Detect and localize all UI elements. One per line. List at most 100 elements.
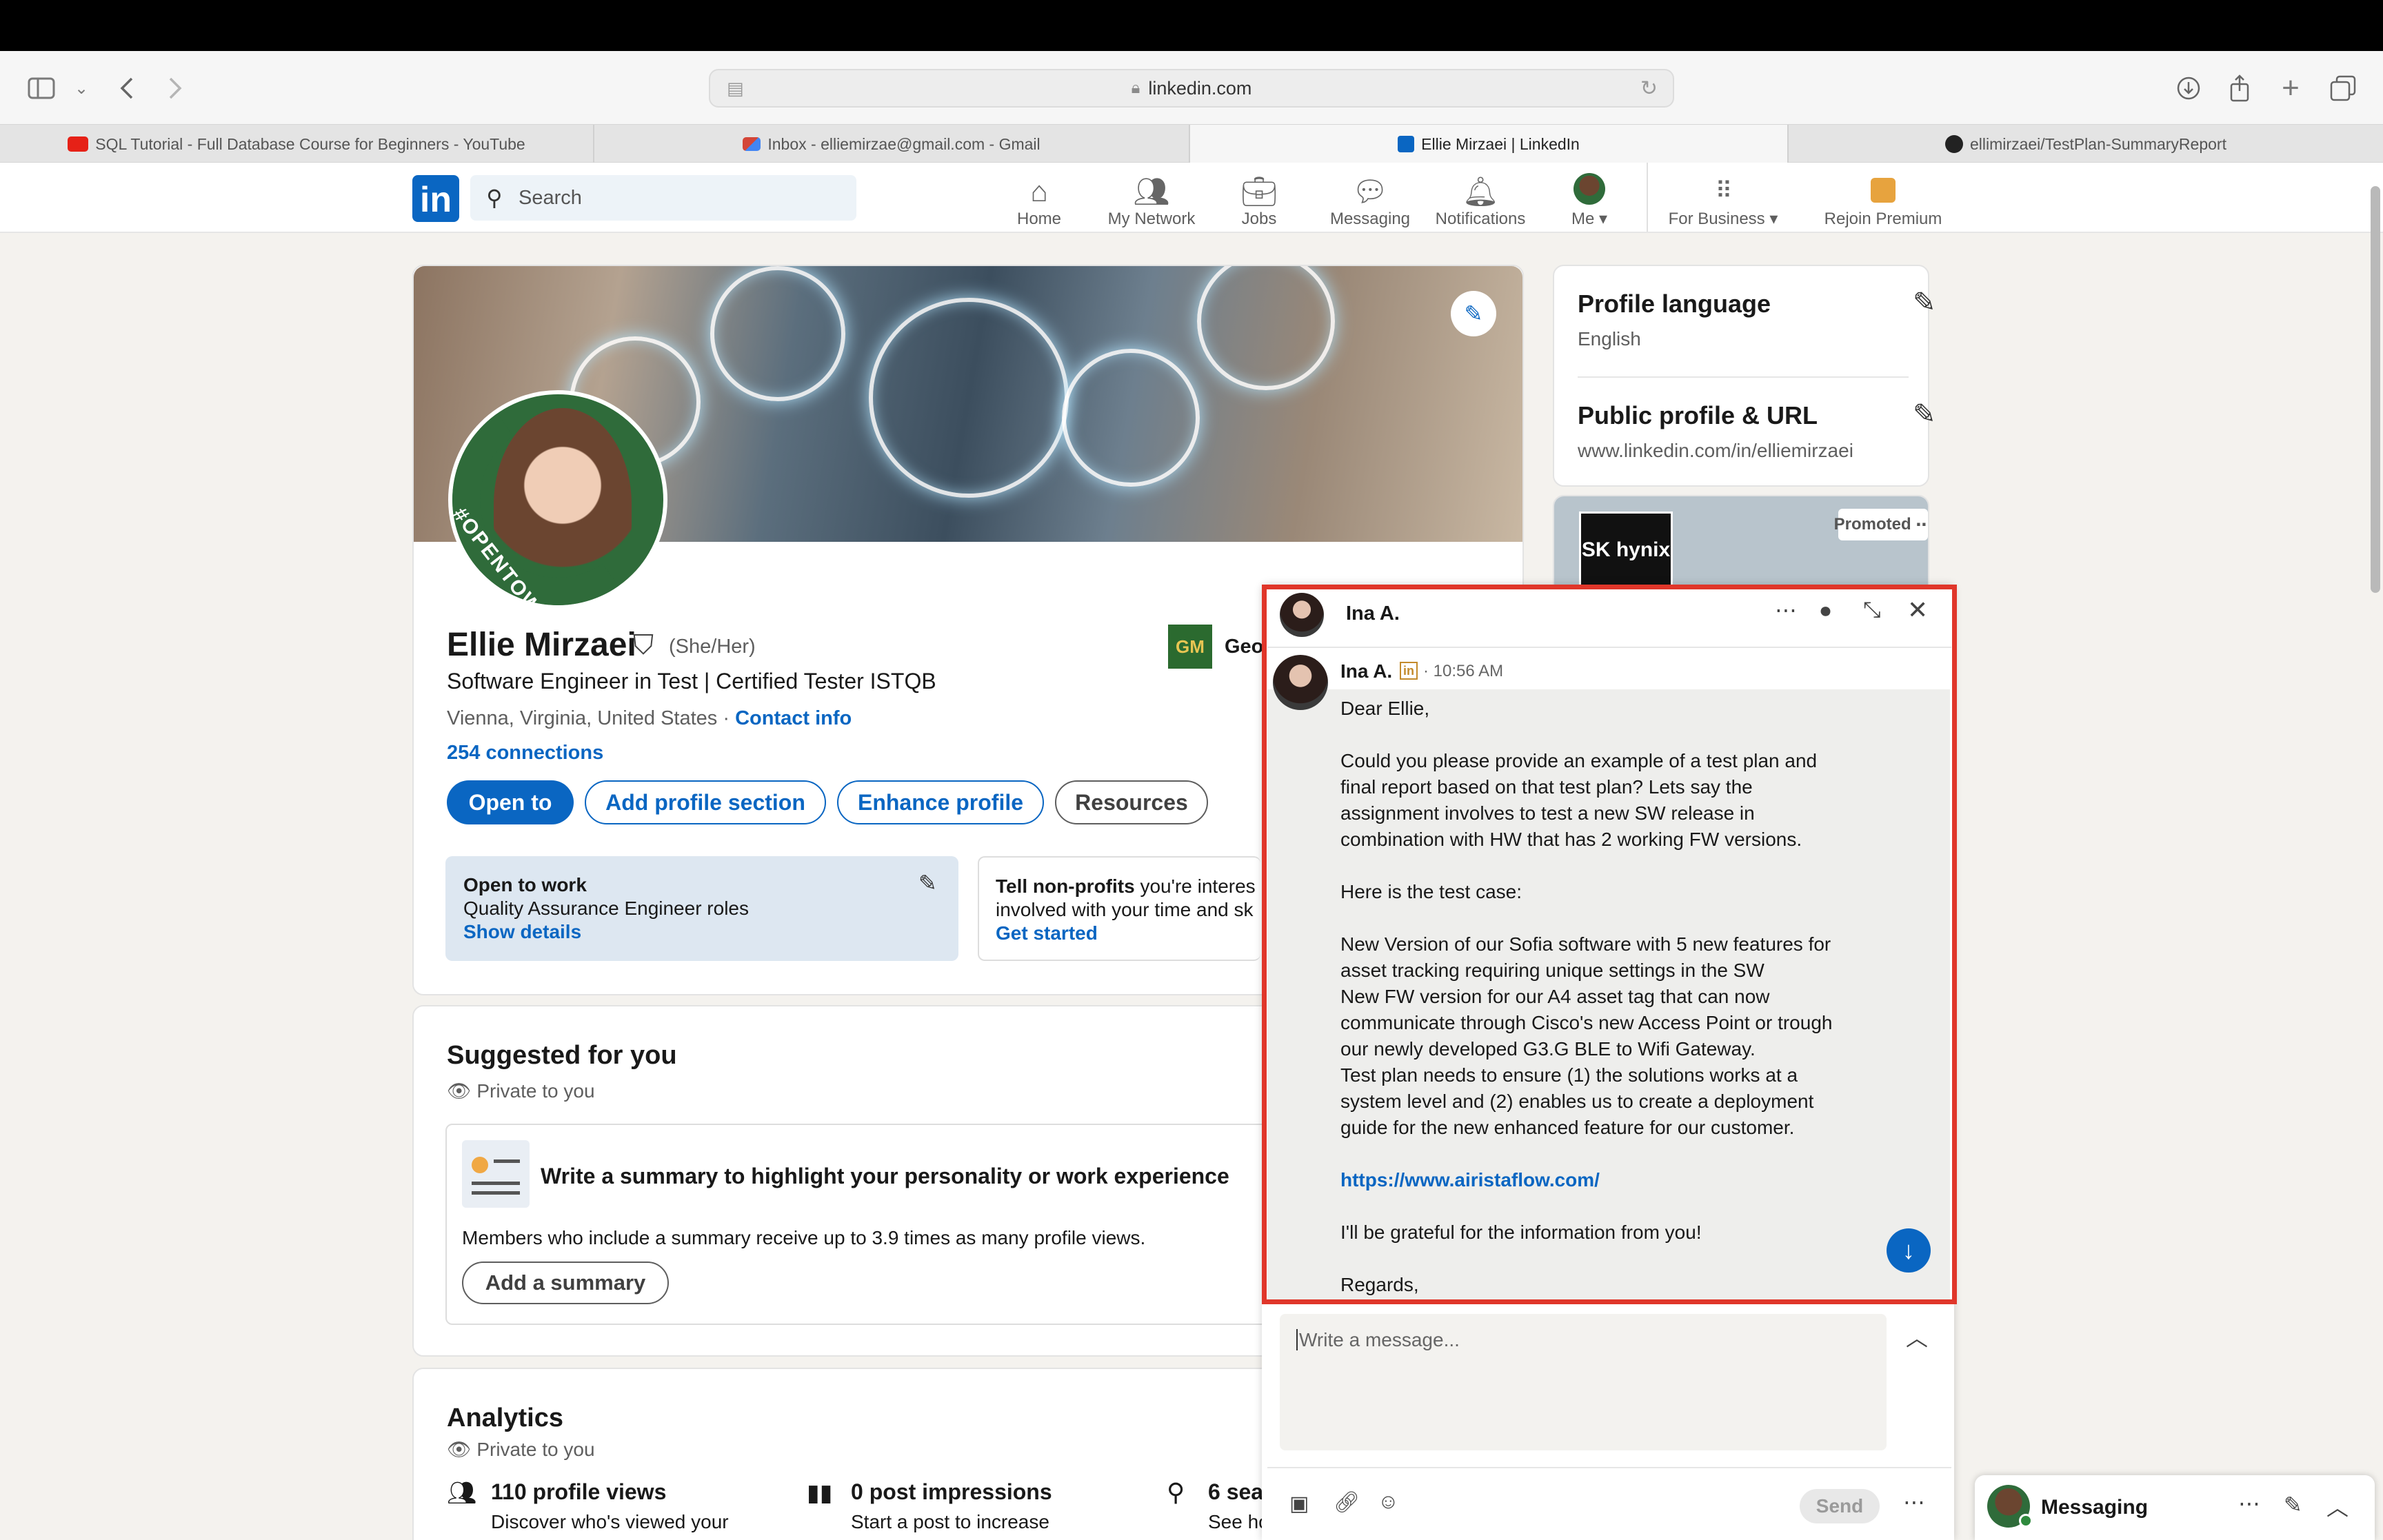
profile-language-value: English <box>1578 328 1641 349</box>
more-options-icon[interactable]: ⋯ <box>1903 1489 1925 1515</box>
avatar <box>1573 173 1605 205</box>
chevron-down-icon[interactable]: ⌄ <box>62 69 101 108</box>
edit-pencil-icon[interactable]: ✎ <box>918 870 937 896</box>
nonprofits-body: involved with your time and sk <box>996 899 1254 920</box>
youtube-icon <box>68 136 89 152</box>
tab-label: ellimirzaei/TestPlan-SummaryReport <box>1970 134 2226 153</box>
nav-rejoin-premium[interactable]: Rejoin Premium <box>1818 171 1949 229</box>
search-input[interactable]: ⚲ Search <box>470 175 856 221</box>
tab-bar: SQL Tutorial - Full Database Course for … <box>0 124 2383 163</box>
browser-toolbar: ⌄ ▤ 🔒︎ linkedin.com ↻ + <box>0 51 2383 124</box>
profile-views-sub: Discover who's viewed your <box>491 1511 729 1532</box>
summary-suggestion-body: Members who include a summary receive up… <box>462 1227 1146 1248</box>
grid-icon: ⠿ <box>1715 178 1733 204</box>
nav-label: My Network <box>1107 210 1196 228</box>
more-options-icon[interactable]: ⋯ <box>2238 1490 2260 1517</box>
profile-location: Vienna, Virginia, United States · Contac… <box>447 707 852 730</box>
tab-github[interactable]: ellimirzaei/TestPlan-SummaryReport <box>1789 125 2383 163</box>
resources-button[interactable]: Resources <box>1055 780 1208 824</box>
nav-for-business[interactable]: ⠿ For Business ▾ <box>1658 171 1789 229</box>
image-icon[interactable]: ▣ <box>1289 1492 1309 1516</box>
privacy-note: 👁︎ Private to you <box>447 1080 595 1102</box>
nav-my-network[interactable]: 👥︎ My Network <box>1096 171 1207 229</box>
tab-label: Inbox - elliemirzae@gmail.com - Gmail <box>767 134 1040 153</box>
tab-linkedin[interactable]: Ellie Mirzaei | LinkedIn <box>1190 125 1789 163</box>
public-profile-title: Public profile & URL <box>1578 401 1818 429</box>
send-button[interactable]: Send <box>1800 1489 1880 1523</box>
nav-label: Me ▾ <box>1571 210 1608 228</box>
nonprofits-card[interactable]: Tell non-profits you're interes involved… <box>978 856 1260 961</box>
people-icon: 👥︎ <box>447 1480 477 1506</box>
tab-overview-icon[interactable] <box>2324 69 2362 108</box>
nav-jobs[interactable]: 💼︎ Jobs <box>1231 171 1287 229</box>
nav-home[interactable]: ⌂ Home <box>1008 171 1070 229</box>
connections-link[interactable]: 254 connections <box>447 742 603 764</box>
premium-icon <box>1871 178 1896 203</box>
chevron-up-icon[interactable]: ︿ <box>2326 1490 2349 1522</box>
add-profile-section-button[interactable]: Add profile section <box>585 780 826 824</box>
enhance-profile-button[interactable]: Enhance profile <box>837 780 1044 824</box>
profile-photo[interactable] <box>448 390 667 609</box>
divider <box>1267 1467 1951 1468</box>
share-icon[interactable] <box>2220 69 2259 108</box>
promoted-label: Promoted ⋯ <box>1834 509 1928 540</box>
search-appearances-sub: See ho <box>1208 1511 1269 1532</box>
address-bar[interactable]: ▤ 🔒︎ linkedin.com ↻ <box>709 69 1674 108</box>
add-summary-button[interactable]: Add a summary <box>462 1262 669 1304</box>
pronouns: (She/Her) <box>669 636 756 658</box>
edit-cover-button[interactable]: ✎ <box>1451 291 1496 336</box>
back-icon[interactable] <box>108 69 146 108</box>
attach-icon[interactable]: 🔗︎ <box>1334 1490 1360 1514</box>
profile-views-link[interactable]: 110 profile views <box>491 1479 666 1505</box>
search-appearances-link[interactable]: 6 sea <box>1208 1479 1263 1505</box>
chart-gear <box>1197 266 1335 390</box>
downloads-icon[interactable] <box>2169 69 2208 108</box>
verified-icon[interactable]: ⛉ <box>633 630 654 661</box>
privacy-note: 👁︎ Private to you <box>447 1439 595 1460</box>
nav-notifications[interactable]: 🔔︎ Notifications <box>1430 171 1531 229</box>
message-input-placeholder: Write a message... <box>1296 1329 1460 1350</box>
page-scrollbar[interactable] <box>2371 186 2380 593</box>
edit-pencil-icon[interactable]: ✎ <box>1913 287 1936 318</box>
profile-name: Ellie Mirzaei <box>447 627 636 663</box>
linkedin-header: in ⚲ Search ⌂ Home 👥︎ My Network 💼︎ Jobs… <box>0 163 2383 233</box>
company-name[interactable]: Geo <box>1225 636 1263 658</box>
new-tab-icon[interactable]: + <box>2271 69 2310 108</box>
tab-gmail[interactable]: Inbox - elliemirzae@gmail.com - Gmail <box>594 125 1190 163</box>
expand-chevron-up-icon[interactable]: ︿ <box>1906 1321 1928 1352</box>
open-to-work-card[interactable]: Open to work Quality Assurance Engineer … <box>445 856 958 961</box>
forward-icon[interactable] <box>156 69 194 108</box>
tab-youtube[interactable]: SQL Tutorial - Full Database Course for … <box>0 125 594 163</box>
online-status-icon <box>2019 1514 2033 1528</box>
nav-label: Rejoin Premium <box>1824 210 1942 228</box>
gmail-icon <box>743 137 761 151</box>
reload-icon[interactable]: ↻ <box>1640 77 1658 101</box>
opentowork-ring <box>452 394 663 605</box>
show-details-link[interactable]: Show details <box>463 921 581 943</box>
globe-gear <box>710 266 845 401</box>
emoji-icon[interactable]: ☺ <box>1378 1490 1399 1514</box>
nav-messaging[interactable]: 💬︎ Messaging <box>1324 171 1416 229</box>
company-logo[interactable]: GM <box>1168 625 1212 669</box>
messaging-dock-label: Messaging <box>2041 1496 2149 1519</box>
jobs-icon: 💼︎ <box>1240 175 1278 207</box>
lock-icon: 🔒︎ <box>1131 79 1140 97</box>
messaging-dock[interactable]: Messaging ⋯ ✎ ︿ <box>1975 1475 2375 1540</box>
edit-pencil-icon[interactable]: ✎ <box>1913 398 1936 430</box>
open-to-button[interactable]: Open to <box>447 780 574 824</box>
linkedin-icon <box>1398 136 1415 152</box>
linkedin-logo[interactable]: in <box>412 175 459 222</box>
compose-icon[interactable]: ✎ <box>2284 1492 2302 1518</box>
separator: · <box>723 707 730 729</box>
analytics-title: Analytics <box>447 1404 563 1432</box>
post-impressions-link[interactable]: 0 post impressions <box>851 1479 1052 1505</box>
nav-me[interactable]: Me ▾ <box>1560 171 1619 229</box>
summary-suggestion-title: Write a summary to highlight your person… <box>541 1164 1229 1188</box>
open-to-work-title: Open to work <box>463 874 587 895</box>
skhynix-logo: SK hynix <box>1579 511 1673 589</box>
sidebar-toggle-icon[interactable] <box>22 69 61 108</box>
system-menu-bar <box>0 0 2383 51</box>
contact-info-link[interactable]: Contact info <box>735 707 852 729</box>
message-input[interactable]: Write a message... <box>1280 1314 1887 1450</box>
get-started-link[interactable]: Get started <box>996 922 1098 944</box>
